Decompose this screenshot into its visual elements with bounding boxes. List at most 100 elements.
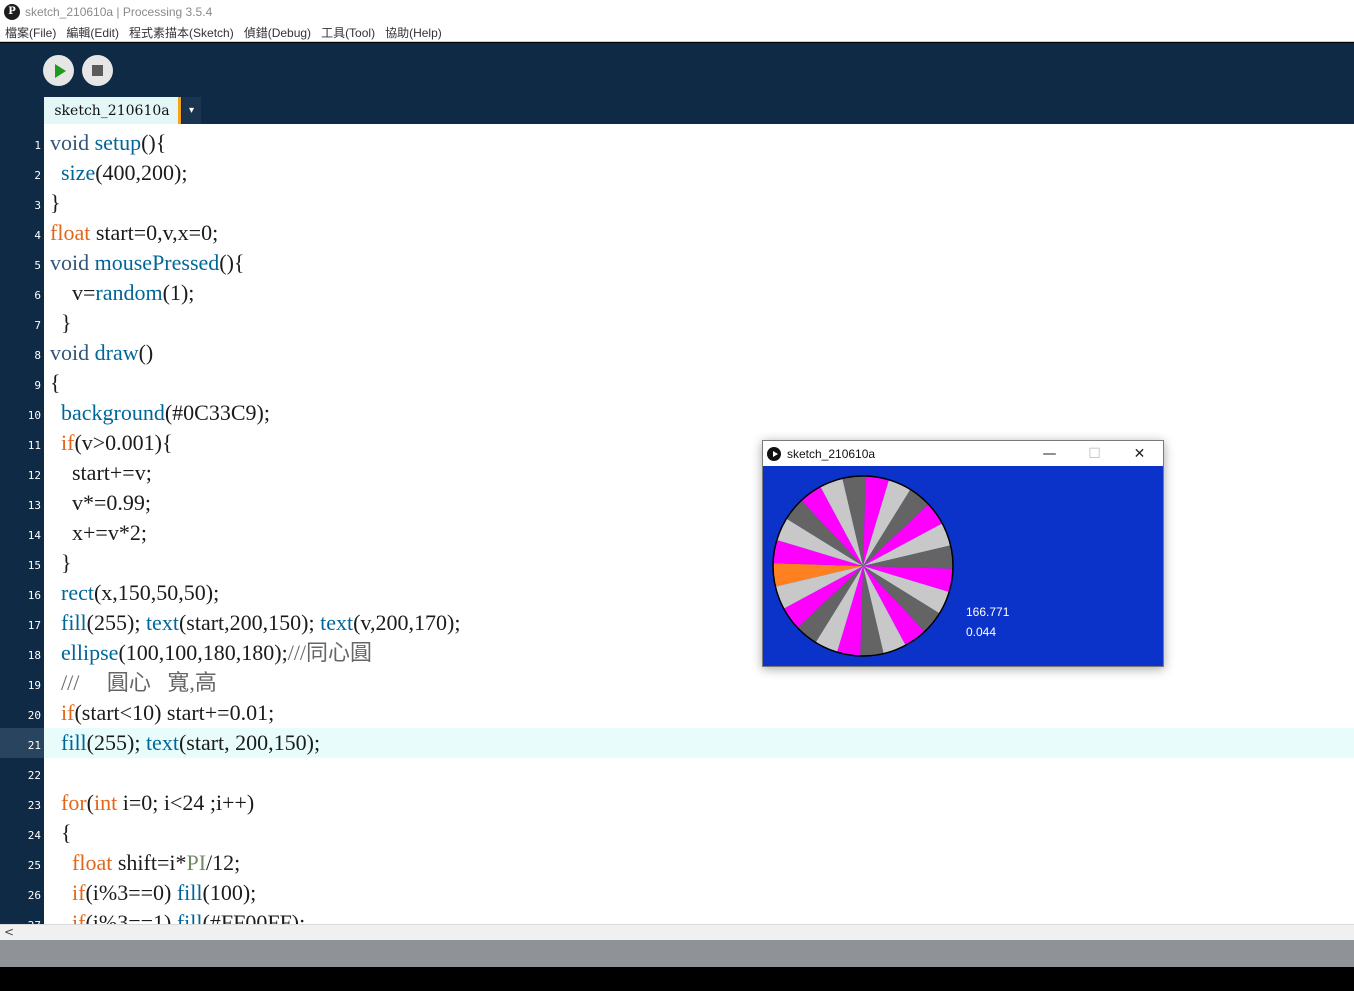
code-token: mousePressed xyxy=(94,250,220,275)
close-button[interactable]: ✕ xyxy=(1117,441,1162,466)
code-text: fill(255); text(start,200,150); text(v,2… xyxy=(50,609,460,637)
code-token: PI xyxy=(186,850,207,875)
line-number: 6 xyxy=(34,289,41,302)
console-area xyxy=(0,967,1354,991)
code-token: background xyxy=(61,400,165,425)
code-line[interactable]: 7 } xyxy=(0,308,1354,338)
code-token: (i%3==1) xyxy=(85,910,177,924)
code-text: rect(x,150,50,50); xyxy=(50,579,219,607)
code-line[interactable]: 4 float start=0,v,x=0; xyxy=(0,218,1354,248)
code-token: size xyxy=(61,160,96,185)
code-token: if xyxy=(61,430,75,455)
stop-button[interactable] xyxy=(82,55,113,86)
code-line[interactable]: 8 void draw() xyxy=(0,338,1354,368)
code-line[interactable]: 23 for(int i=0; i<24 ;i++) xyxy=(0,788,1354,818)
code-text: } xyxy=(50,309,72,337)
code-line[interactable]: 27 if(i%3==1) fill(#FF00FF); xyxy=(0,908,1354,924)
sketch-window-title: sketch_210610a xyxy=(787,446,876,461)
code-line[interactable]: 3} xyxy=(0,188,1354,218)
code-token: (100); xyxy=(202,880,257,905)
code-token: fill xyxy=(61,610,87,635)
toolbar: sketch_210610a ▾ xyxy=(0,43,1354,124)
code-line[interactable]: 26 if(i%3==0) fill(100); xyxy=(0,878,1354,908)
sketch-canvas[interactable]: 166.771 0.044 xyxy=(763,466,1163,666)
code-text: background(#0C33C9); xyxy=(50,399,270,427)
line-number: 19 xyxy=(27,679,41,692)
line-number-cell: 14 xyxy=(0,518,44,548)
code-line[interactable]: 2 size(400,200); xyxy=(0,158,1354,188)
code-token: (){ xyxy=(219,250,245,275)
line-number: 18 xyxy=(27,649,41,662)
code-text: size(400,200); xyxy=(50,159,187,187)
minimize-button[interactable]: — xyxy=(1027,441,1072,466)
menu-help[interactable]: 協助(Help) xyxy=(380,24,447,41)
code-token: v*=0.99; xyxy=(50,490,152,515)
line-number: 14 xyxy=(27,529,41,542)
horizontal-scrollbar[interactable]: < xyxy=(0,924,1354,940)
code-line[interactable]: 20 if(start<10) start+=0.01; xyxy=(0,698,1354,728)
tab-sketch[interactable]: sketch_210610a xyxy=(44,97,180,124)
code-token: draw xyxy=(94,340,139,365)
code-line[interactable]: 10 background(#0C33C9); xyxy=(0,398,1354,428)
start-value-text: 166.771 xyxy=(966,605,1010,619)
code-token: i=0; i<24 ;i++) xyxy=(117,790,255,815)
menu-edit[interactable]: 編輯(Edit) xyxy=(61,24,124,41)
code-text: v=random(1); xyxy=(50,279,194,307)
code-line[interactable]: 21 fill(255); text(start, 200,150); xyxy=(0,728,1354,758)
code-text: } xyxy=(50,549,72,577)
scroll-left-icon[interactable]: < xyxy=(4,925,14,939)
code-token: (v,200,170); xyxy=(353,610,461,635)
play-icon xyxy=(55,63,66,78)
spinning-wheel xyxy=(772,475,954,657)
line-number-cell: 21 xyxy=(0,728,44,758)
code-line[interactable]: 25 float shift=i*PI/12; xyxy=(0,848,1354,878)
code-token: void xyxy=(50,340,90,365)
code-token: start=0,v,x=0; xyxy=(90,220,219,245)
code-token: for xyxy=(61,790,87,815)
code-token: (400,200); xyxy=(95,160,188,185)
sketch-window[interactable]: sketch_210610a — ☐ ✕ 166.771 0.044 xyxy=(762,440,1164,667)
code-text: { xyxy=(50,369,61,397)
code-text: if(i%3==0) fill(100); xyxy=(50,879,256,907)
line-number-cell: 25 xyxy=(0,848,44,878)
code-text: start+=v; xyxy=(50,459,152,487)
code-line[interactable]: 24 { xyxy=(0,818,1354,848)
line-number: 13 xyxy=(27,499,41,512)
line-number-cell: 17 xyxy=(0,608,44,638)
sketch-play-icon xyxy=(767,446,781,461)
menu-debug[interactable]: 偵錯(Debug) xyxy=(239,24,316,41)
line-number-cell: 26 xyxy=(0,878,44,908)
line-number: 20 xyxy=(27,709,41,722)
line-number-cell: 9 xyxy=(0,368,44,398)
code-token: (#0C33C9); xyxy=(164,400,270,425)
maximize-button[interactable]: ☐ xyxy=(1072,441,1117,466)
code-token: (i%3==0) xyxy=(85,880,177,905)
line-number-cell: 8 xyxy=(0,338,44,368)
code-text: if(v>0.001){ xyxy=(50,429,173,457)
code-line[interactable]: 6 v=random(1); xyxy=(0,278,1354,308)
code-line[interactable]: 5 void mousePressed(){ xyxy=(0,248,1354,278)
code-token: random xyxy=(95,280,163,305)
code-token: rect xyxy=(61,580,94,605)
code-token: (255); xyxy=(86,730,146,755)
sketch-window-title-bar[interactable]: sketch_210610a — ☐ ✕ xyxy=(763,441,1163,466)
menu-file[interactable]: 檔案(File) xyxy=(0,24,61,41)
menu-tool[interactable]: 工具(Tool) xyxy=(316,24,380,41)
code-token: float xyxy=(72,850,113,875)
code-line[interactable]: 1 void setup(){ xyxy=(0,128,1354,158)
tab-menu-dropdown[interactable]: ▾ xyxy=(182,97,201,124)
code-token: (#FF00FF); xyxy=(202,910,306,924)
code-line[interactable]: 19 /// 圓心 寬,高 xyxy=(0,668,1354,698)
menu-sketch[interactable]: 程式素描本(Sketch) xyxy=(124,24,239,41)
code-line[interactable]: 9{ xyxy=(0,368,1354,398)
code-token: shift=i* xyxy=(112,850,187,875)
line-number-cell: 16 xyxy=(0,578,44,608)
code-token: ellipse xyxy=(61,640,119,665)
line-number: 11 xyxy=(27,439,41,452)
run-button[interactable] xyxy=(43,55,74,86)
line-number: 1 xyxy=(34,139,41,152)
code-line[interactable]: 22 xyxy=(0,758,1354,788)
code-text: if(start<10) start+=0.01; xyxy=(50,699,274,727)
